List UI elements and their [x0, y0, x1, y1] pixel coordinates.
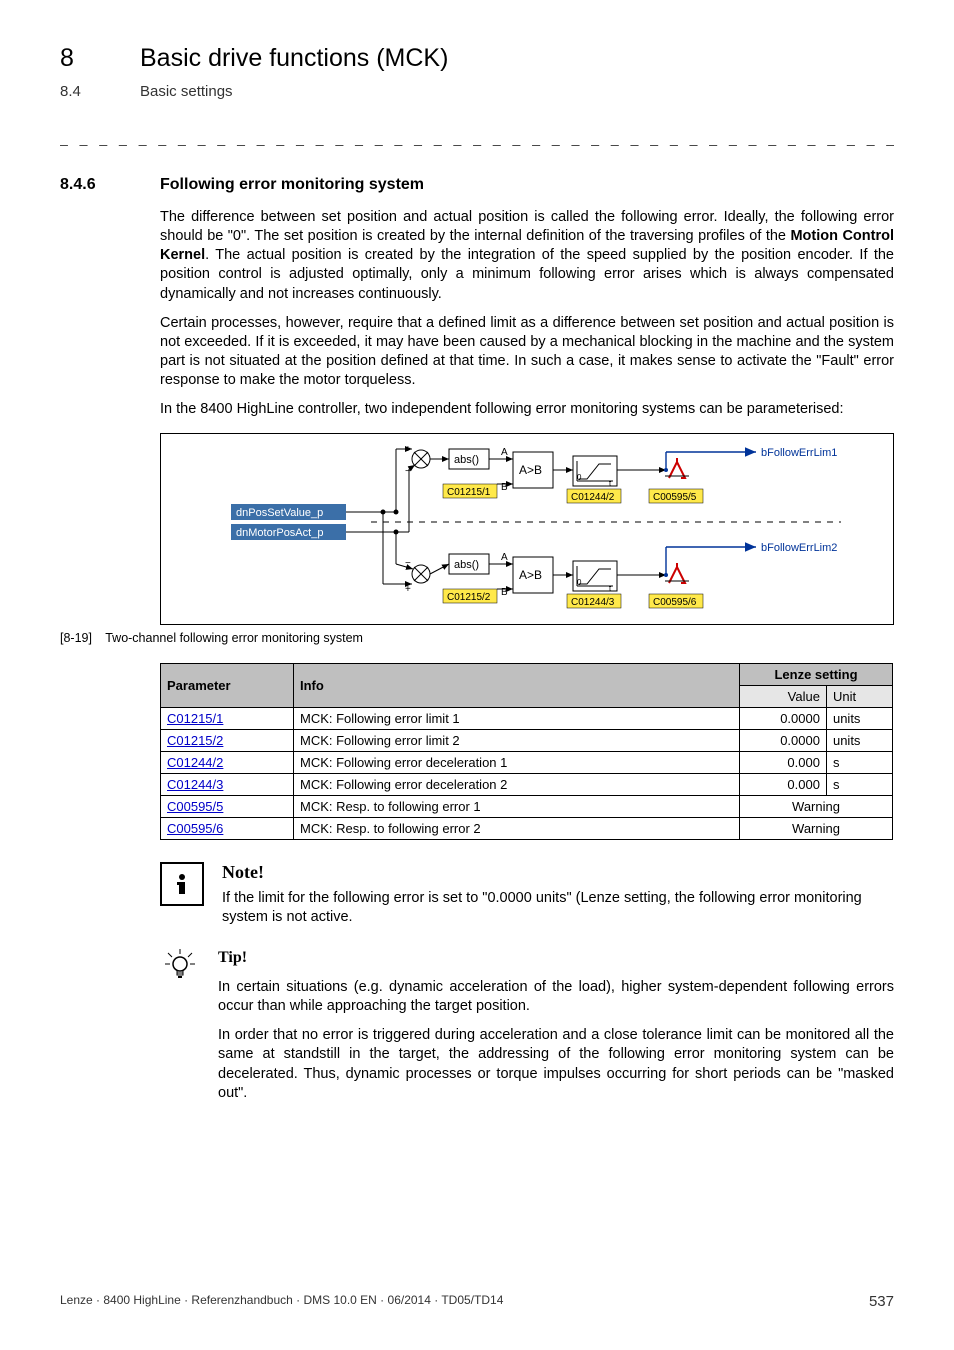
tip-paragraph-1: In certain situations (e.g. dynamic acce… [218, 978, 894, 1016]
note-text: If the limit for the following error is … [222, 889, 894, 927]
table-row: C01215/2 MCK: Following error limit 2 0.… [161, 730, 893, 752]
table-row: C00595/6 MCK: Resp. to following error 2… [161, 818, 893, 840]
svg-text:t: t [609, 479, 612, 488]
paragraph-2: Certain processes, however, require that… [160, 314, 894, 391]
svg-text:C01215/1: C01215/1 [447, 487, 491, 498]
tip-title: Tip! [218, 947, 894, 968]
th-lenze: Lenze setting [740, 664, 893, 686]
svg-text:abs(): abs() [454, 559, 479, 571]
param-link[interactable]: C00595/6 [167, 821, 223, 836]
note-title: Note! [222, 862, 894, 883]
svg-text:bFollowErrLim2: bFollowErrLim2 [761, 542, 837, 554]
table-row: C01244/3 MCK: Following error decelerati… [161, 774, 893, 796]
subsection-number: 8.4.6 [60, 176, 130, 194]
info-icon [160, 862, 204, 906]
svg-text:A: A [501, 552, 508, 563]
svg-text:C00595/5: C00595/5 [653, 492, 697, 503]
svg-text:−: − [405, 466, 411, 477]
footer-text: Lenze · 8400 HighLine · Referenzhandbuch… [60, 1293, 503, 1310]
th-unit: Unit [826, 686, 892, 708]
param-link[interactable]: C01244/2 [167, 755, 223, 770]
svg-text:C01244/3: C01244/3 [571, 597, 615, 608]
tip-icon [160, 947, 200, 985]
paragraph-1: The difference between set position and … [160, 208, 894, 304]
diagram-figure: dnPosSetValue_p dnMotorPosAct_p + − abs(… [160, 433, 894, 625]
chapter-title: Basic drive functions (MCK) [140, 44, 448, 73]
svg-text:C01215/2: C01215/2 [447, 592, 491, 603]
svg-text:A>B: A>B [519, 568, 542, 582]
paragraph-3: In the 8400 HighLine controller, two ind… [160, 400, 894, 419]
svg-text:dnMotorPosAct_p: dnMotorPosAct_p [236, 527, 323, 539]
section-title: Basic settings [140, 83, 233, 100]
param-link[interactable]: C01244/3 [167, 777, 223, 792]
subsection-title: Following error monitoring system [160, 176, 424, 194]
table-row: C00595/5 MCK: Resp. to following error 1… [161, 796, 893, 818]
page-number: 537 [869, 1293, 894, 1310]
svg-text:+: + [405, 584, 411, 595]
param-link[interactable]: C01215/2 [167, 733, 223, 748]
table-row: C01244/2 MCK: Following error decelerati… [161, 752, 893, 774]
separator-dashes: _ _ _ _ _ _ _ _ _ _ _ _ _ _ _ _ _ _ _ _ … [60, 130, 894, 146]
svg-text:C01244/2: C01244/2 [571, 492, 615, 503]
figure-index: [8-19] [60, 631, 92, 645]
svg-text:C00595/6: C00595/6 [653, 597, 697, 608]
param-link[interactable]: C01215/1 [167, 711, 223, 726]
svg-text:bFollowErrLim1: bFollowErrLim1 [761, 447, 837, 459]
bold-mck: Motion Control Kernel [160, 228, 894, 263]
tip-paragraph-2: In order that no error is triggered duri… [218, 1026, 894, 1103]
param-link[interactable]: C00595/5 [167, 799, 223, 814]
svg-text:A>B: A>B [519, 463, 542, 477]
svg-text:A: A [501, 447, 508, 458]
th-parameter: Parameter [161, 664, 294, 708]
svg-text:t: t [609, 584, 612, 593]
figure-caption: Two-channel following error monitoring s… [105, 631, 363, 645]
parameter-table: Parameter Info Lenze setting Value Unit … [160, 663, 893, 840]
svg-text:0: 0 [577, 473, 582, 482]
svg-text:dnPosSetValue_p: dnPosSetValue_p [236, 507, 323, 519]
chapter-number: 8 [60, 44, 100, 73]
th-value: Value [740, 686, 827, 708]
th-info: Info [294, 664, 740, 708]
svg-text:0: 0 [577, 578, 582, 587]
svg-text:abs(): abs() [454, 454, 479, 466]
table-row: C01215/1 MCK: Following error limit 1 0.… [161, 708, 893, 730]
section-number: 8.4 [60, 83, 100, 100]
